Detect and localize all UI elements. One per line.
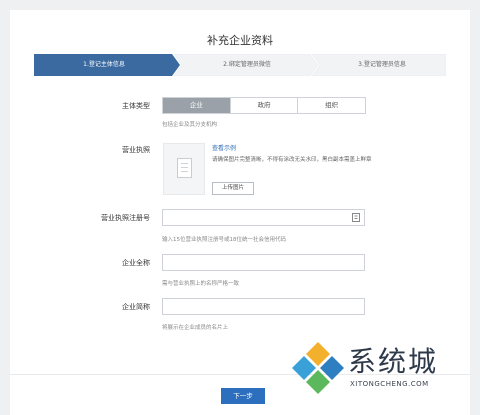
id-card-icon: [352, 213, 360, 222]
license-example-thumbnail: [163, 143, 205, 195]
subject-type-label: 主体类型: [122, 102, 150, 110]
step-2-label: 2.绑定管理员微信: [223, 61, 271, 68]
full-name-input[interactable]: [162, 254, 365, 271]
page-title: 补充企业资料: [207, 34, 273, 47]
watermark-text-cn: 系统城: [348, 345, 439, 378]
license-number-input[interactable]: [162, 209, 365, 226]
watermark-logo-icon: [292, 342, 344, 394]
next-step-button[interactable]: 下一步: [221, 388, 265, 404]
short-name-input[interactable]: [162, 298, 365, 315]
subject-type-option-enterprise[interactable]: 企业: [163, 98, 230, 113]
license-number-hint: 输入15位营业执照注册号或18位统一社会信用代码: [162, 237, 286, 243]
full-name-hint: 需与营业执照上的名称严格一致: [162, 281, 240, 287]
watermark: 系统城 XITONGCHENG.COM: [290, 338, 470, 398]
view-example-link[interactable]: 查看示例: [212, 143, 236, 152]
subject-type-option-government[interactable]: 政府: [229, 98, 298, 113]
full-name-label: 企业全称: [122, 259, 150, 267]
license-number-label: 营业执照注册号: [101, 214, 150, 222]
document-icon: [177, 158, 192, 178]
step-progress-bar: 1.登记主体信息 2.绑定管理员微信 3.登记管理员信息: [34, 54, 446, 76]
step-3-label: 3.登记管理员信息: [358, 61, 406, 68]
subject-type-option-organization[interactable]: 组织: [297, 98, 365, 113]
upload-image-button[interactable]: 上传图片: [212, 182, 254, 195]
watermark-text-en: XITONGCHENG.COM: [350, 380, 429, 388]
step-1-label: 1.登记主体信息: [83, 61, 125, 68]
subject-type-hint: 包括企业及其分支机构: [162, 122, 218, 128]
short-name-hint: 将展示在企业成员的名片上: [162, 325, 229, 331]
subject-type-selector: 企业 政府 组织: [162, 97, 366, 114]
license-label: 营业执照: [122, 146, 150, 154]
short-name-label: 企业简称: [122, 303, 150, 311]
license-description: 请确保图片完整清晰，不得有涂改无关水印，黑白副本需盖上鲜章: [212, 157, 372, 163]
